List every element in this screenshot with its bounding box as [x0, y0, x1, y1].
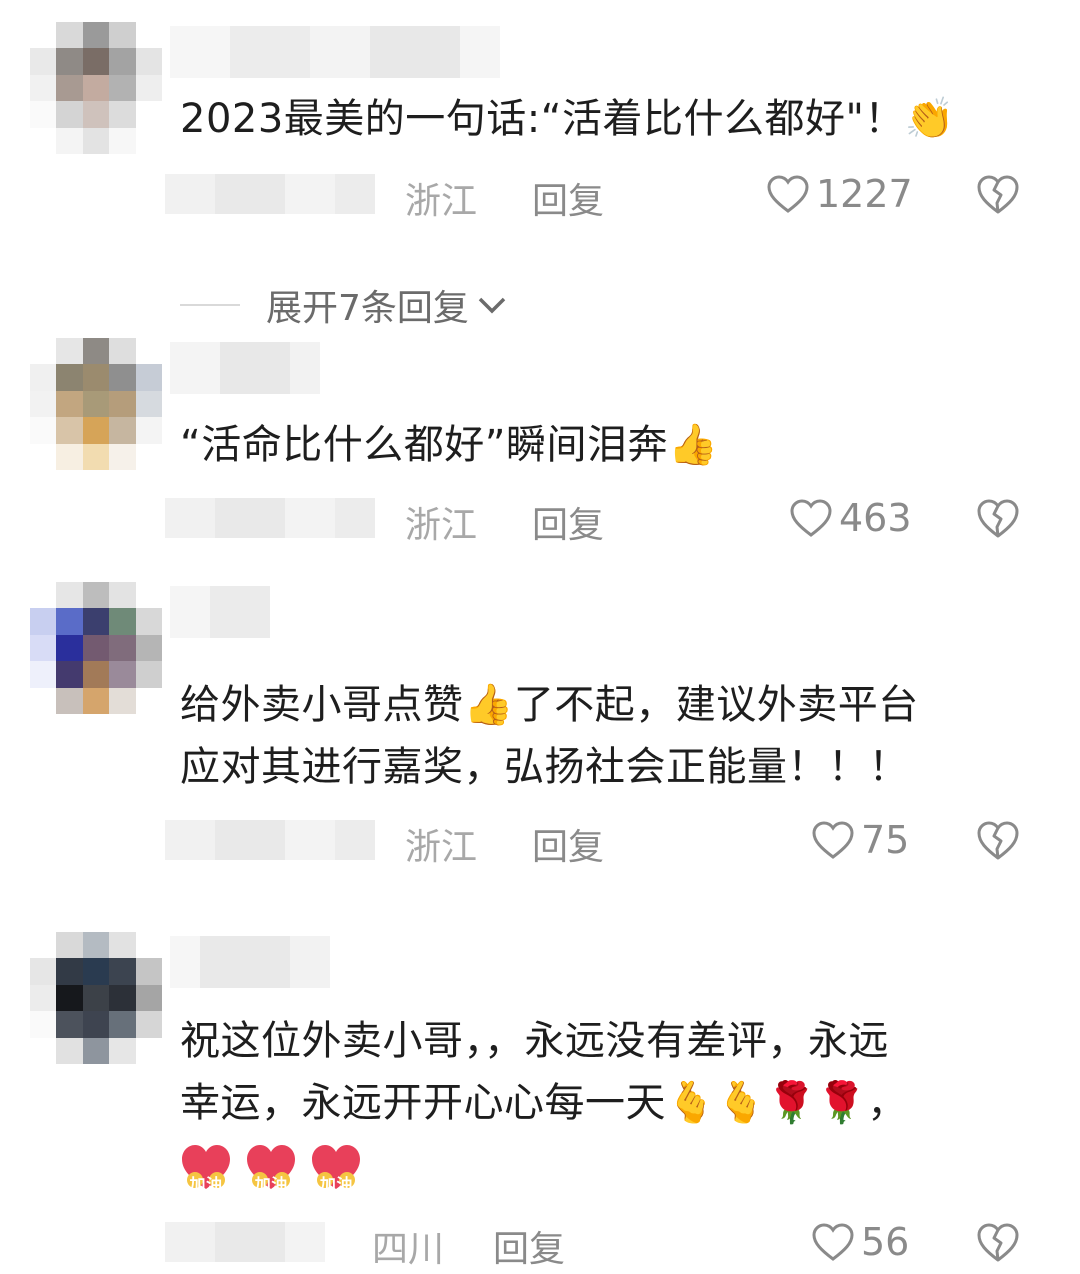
- heart-icon: [812, 821, 854, 859]
- like-button[interactable]: 463: [789, 494, 912, 542]
- jiayou-sticker-icon: 加油: [310, 1142, 362, 1194]
- username[interactable]: [170, 342, 320, 394]
- broken-heart-icon[interactable]: [976, 172, 1020, 216]
- jiayou-sticker-icon: 加油: [245, 1142, 297, 1194]
- like-button[interactable]: 75: [811, 816, 909, 864]
- reply-button[interactable]: 回复: [532, 818, 604, 870]
- comment-text: 祝这位外卖小哥，，永远没有差评，永远 幸运，永远开开心心每一天🫰🫰🌹🌹， 加油 …: [180, 1010, 1040, 1196]
- timestamp: [165, 174, 375, 214]
- timestamp: [165, 498, 375, 538]
- like-count: 1227: [816, 172, 913, 216]
- username[interactable]: [170, 26, 500, 78]
- chevron-down-icon: [478, 297, 506, 314]
- broken-heart-icon[interactable]: [976, 496, 1020, 540]
- heart-hands-and-rose-icons: 🫰🫰🌹🌹: [666, 1080, 868, 1126]
- jiayou-sticker-icon: 加油: [180, 1142, 232, 1194]
- region-label: 浙江: [405, 827, 478, 868]
- divider: [180, 304, 240, 306]
- avatar[interactable]: [30, 932, 162, 1064]
- comment-text: 2023最美的一句话:“活着比什么都好"！👏: [180, 96, 956, 142]
- expand-replies[interactable]: 展开7条回复: [180, 280, 507, 330]
- heart-icon: [767, 175, 809, 213]
- thumbs-up-icon: 👍: [667, 422, 719, 468]
- avatar[interactable]: [30, 582, 162, 714]
- comment-text: 给外卖小哥点赞👍了不起，建议外卖平台 应对其进行嘉奖，弘扬社会正能量！！！: [180, 682, 919, 790]
- avatar[interactable]: [30, 22, 162, 154]
- timestamp: [165, 1222, 365, 1262]
- reply-button[interactable]: 回复: [493, 1220, 565, 1272]
- timestamp: [165, 820, 375, 860]
- username[interactable]: [170, 586, 270, 638]
- like-button[interactable]: 1227: [766, 170, 913, 218]
- like-count: 463: [839, 496, 912, 540]
- broken-heart-icon[interactable]: [976, 818, 1020, 862]
- comment-text: “活命比什么都好”瞬间泪奔👍: [180, 422, 719, 468]
- like-count: 56: [861, 1220, 910, 1264]
- jiayou-stickers: 加油 加油 加油: [180, 1134, 1040, 1196]
- heart-icon: [790, 499, 832, 537]
- heart-icon: [812, 1223, 854, 1261]
- region-label: 浙江: [405, 505, 478, 546]
- broken-heart-icon[interactable]: [976, 1220, 1020, 1264]
- expand-replies-label: 展开7条回复: [266, 288, 469, 329]
- region-label: 四川: [372, 1229, 445, 1270]
- thumbs-up-icon: 👍: [463, 682, 514, 728]
- avatar[interactable]: [30, 338, 162, 470]
- reply-button[interactable]: 回复: [532, 172, 604, 224]
- reply-button[interactable]: 回复: [532, 496, 604, 548]
- username[interactable]: [170, 936, 330, 988]
- like-count: 75: [861, 818, 910, 862]
- region-label: 浙江: [405, 181, 478, 222]
- clapping-hands-icon: 👏: [904, 96, 956, 142]
- like-button[interactable]: 56: [811, 1218, 909, 1266]
